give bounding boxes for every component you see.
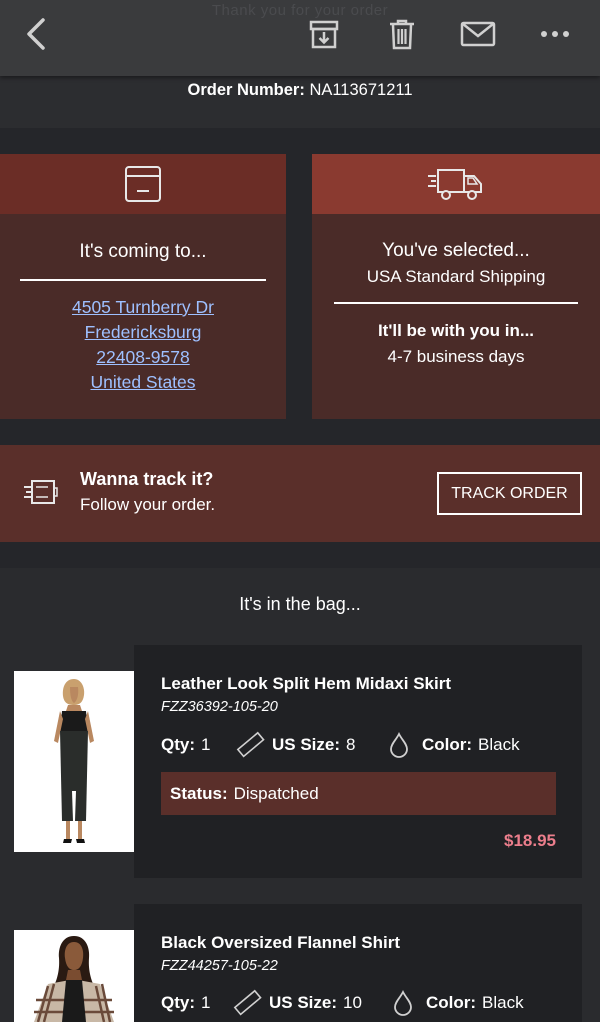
order-number-row: Order Number: NA113671211 [0,76,600,128]
delivery-address: 4505 Turnberry Dr Fredericksburg 22408-9… [0,295,286,395]
item-qty: Qty: 1 [161,735,210,755]
box-icon [125,166,161,202]
back-button[interactable] [14,12,58,56]
item-size: US Size: 8 [236,731,356,759]
product-image[interactable] [14,930,135,1022]
status-badge: Status: Dispatched [161,772,556,815]
item-qty: Qty: 1 [161,993,210,1013]
shipping-method: USA Standard Shipping [366,267,546,286]
product-photo-shirt [14,930,135,1022]
size-value: 10 [343,993,362,1012]
bag-section-title: It's in the bag... [239,594,361,614]
subject-ghost-text: Thank you for your order [211,2,389,19]
more-button[interactable] [533,12,577,56]
order-number-label: Order Number: [187,81,305,99]
truck-icon [428,169,482,200]
track-subtitle: Follow your order. [80,495,216,514]
delivery-title: It's coming to... [79,241,207,262]
order-item-card: Leather Look Split Hem Midaxi Skirt FZZ3… [134,645,582,878]
item-name[interactable]: Black Oversized Flannel Shirt [161,933,400,953]
size-label: US Size: [269,993,338,1012]
ruler-icon [233,989,262,1016]
trash-icon [390,19,414,50]
size-value: 8 [346,735,356,754]
tracking-icon [24,480,58,504]
color-label: Color: [426,993,477,1012]
address-line-country[interactable]: United States [0,370,286,395]
item-size: US Size: 10 [233,989,362,1017]
status-label: Status: [170,783,228,803]
product-image[interactable] [14,671,135,852]
product-photo-skirt [14,671,135,852]
qty-label: Qty: [161,735,195,754]
color-value: Black [478,735,520,754]
top-toolbar: Thank you for your order [0,0,600,76]
eta-label: It'll be with you in... [377,321,535,340]
status-value: Dispatched [233,783,319,803]
shipping-title: You've selected... [382,240,530,261]
mail-icon [460,21,496,47]
reply-button[interactable] [456,12,500,56]
qty-label: Qty: [161,993,195,1012]
drop-icon [394,989,412,1016]
divider [334,302,578,304]
delivery-address-card: It's coming to... 4505 Turnberry Dr Fred… [0,154,286,419]
item-sku: FZZ44257-105-22 [161,958,278,974]
color-label: Color: [422,735,473,754]
more-icon [541,31,569,37]
address-line-city[interactable]: Fredericksburg [0,320,286,345]
item-name[interactable]: Leather Look Split Hem Midaxi Skirt [161,674,451,694]
item-color: Color: Black [392,989,524,1017]
ruler-icon [236,731,265,758]
item-sku: FZZ36392-105-20 [161,699,278,715]
shipping-method-card: You've selected... USA Standard Shipping… [312,154,600,419]
divider [20,279,266,281]
track-title: Wanna track it? [80,469,214,489]
address-line-street[interactable]: 4505 Turnberry Dr [0,295,286,320]
item-color: Color: Black [388,731,520,759]
archive-icon [309,20,339,49]
item-price: $18.95 [504,831,556,850]
drop-icon [390,731,408,758]
delivery-card-header [0,154,286,214]
track-order-button[interactable]: TRACK ORDER [437,472,582,515]
size-label: US Size: [272,735,341,754]
shipping-card-header [312,154,600,214]
color-value: Black [482,993,524,1012]
chevron-left-icon [27,18,45,50]
track-order-banner: Wanna track it? Follow your order. TRACK… [0,445,600,542]
trash-button[interactable] [380,12,424,56]
eta-value: 4-7 business days [387,347,525,366]
qty-value: 1 [201,993,211,1012]
order-number-value: NA113671211 [309,81,413,99]
order-item-card: Black Oversized Flannel Shirt FZZ44257-1… [134,904,582,1022]
archive-button[interactable] [302,12,346,56]
address-line-zip[interactable]: 22408-9578 [0,345,286,370]
qty-value: 1 [201,735,211,754]
